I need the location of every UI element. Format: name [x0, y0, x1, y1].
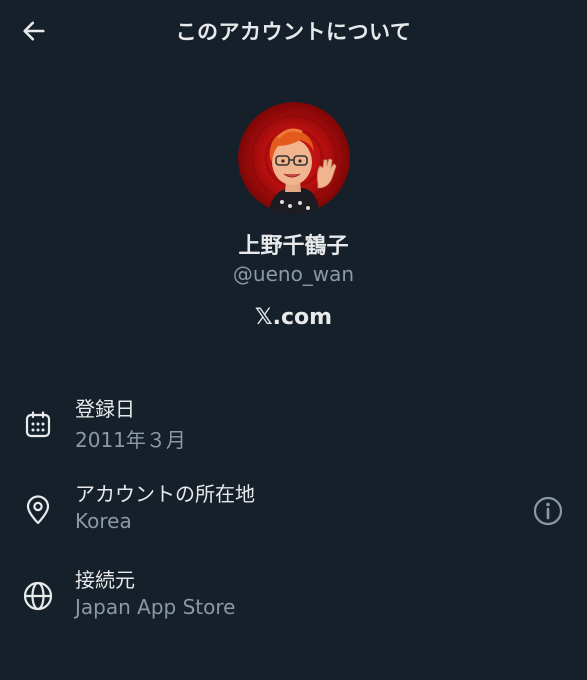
info-icon[interactable] — [532, 495, 564, 527]
account-location-row: アカウントの所在地 Korea — [0, 478, 587, 542]
registration-date-value: 2011年３月 — [75, 428, 186, 452]
registration-date-label: 登録日 — [75, 397, 135, 421]
registration-date-row: 登録日 2011年３月 — [0, 393, 587, 457]
avatar[interactable] — [238, 102, 350, 214]
top-bar: このアカウントについて — [0, 0, 587, 62]
connected-via-value: Japan App Store — [75, 595, 236, 619]
page-title: このアカウントについて — [175, 20, 412, 44]
globe-icon — [23, 581, 53, 611]
username-handle: @ueno_wan — [232, 262, 355, 286]
connected-via-row: 接続元 Japan App Store — [0, 564, 587, 628]
display-name: 上野千鶴子 — [238, 234, 349, 259]
account-location-value: Korea — [75, 509, 132, 533]
platform-label: 𝕏.com — [254, 305, 333, 330]
connected-via-label: 接続元 — [75, 568, 135, 592]
account-location-label: アカウントの所在地 — [75, 482, 255, 506]
location-pin-icon — [26, 495, 50, 525]
calendar-icon — [25, 411, 51, 438]
